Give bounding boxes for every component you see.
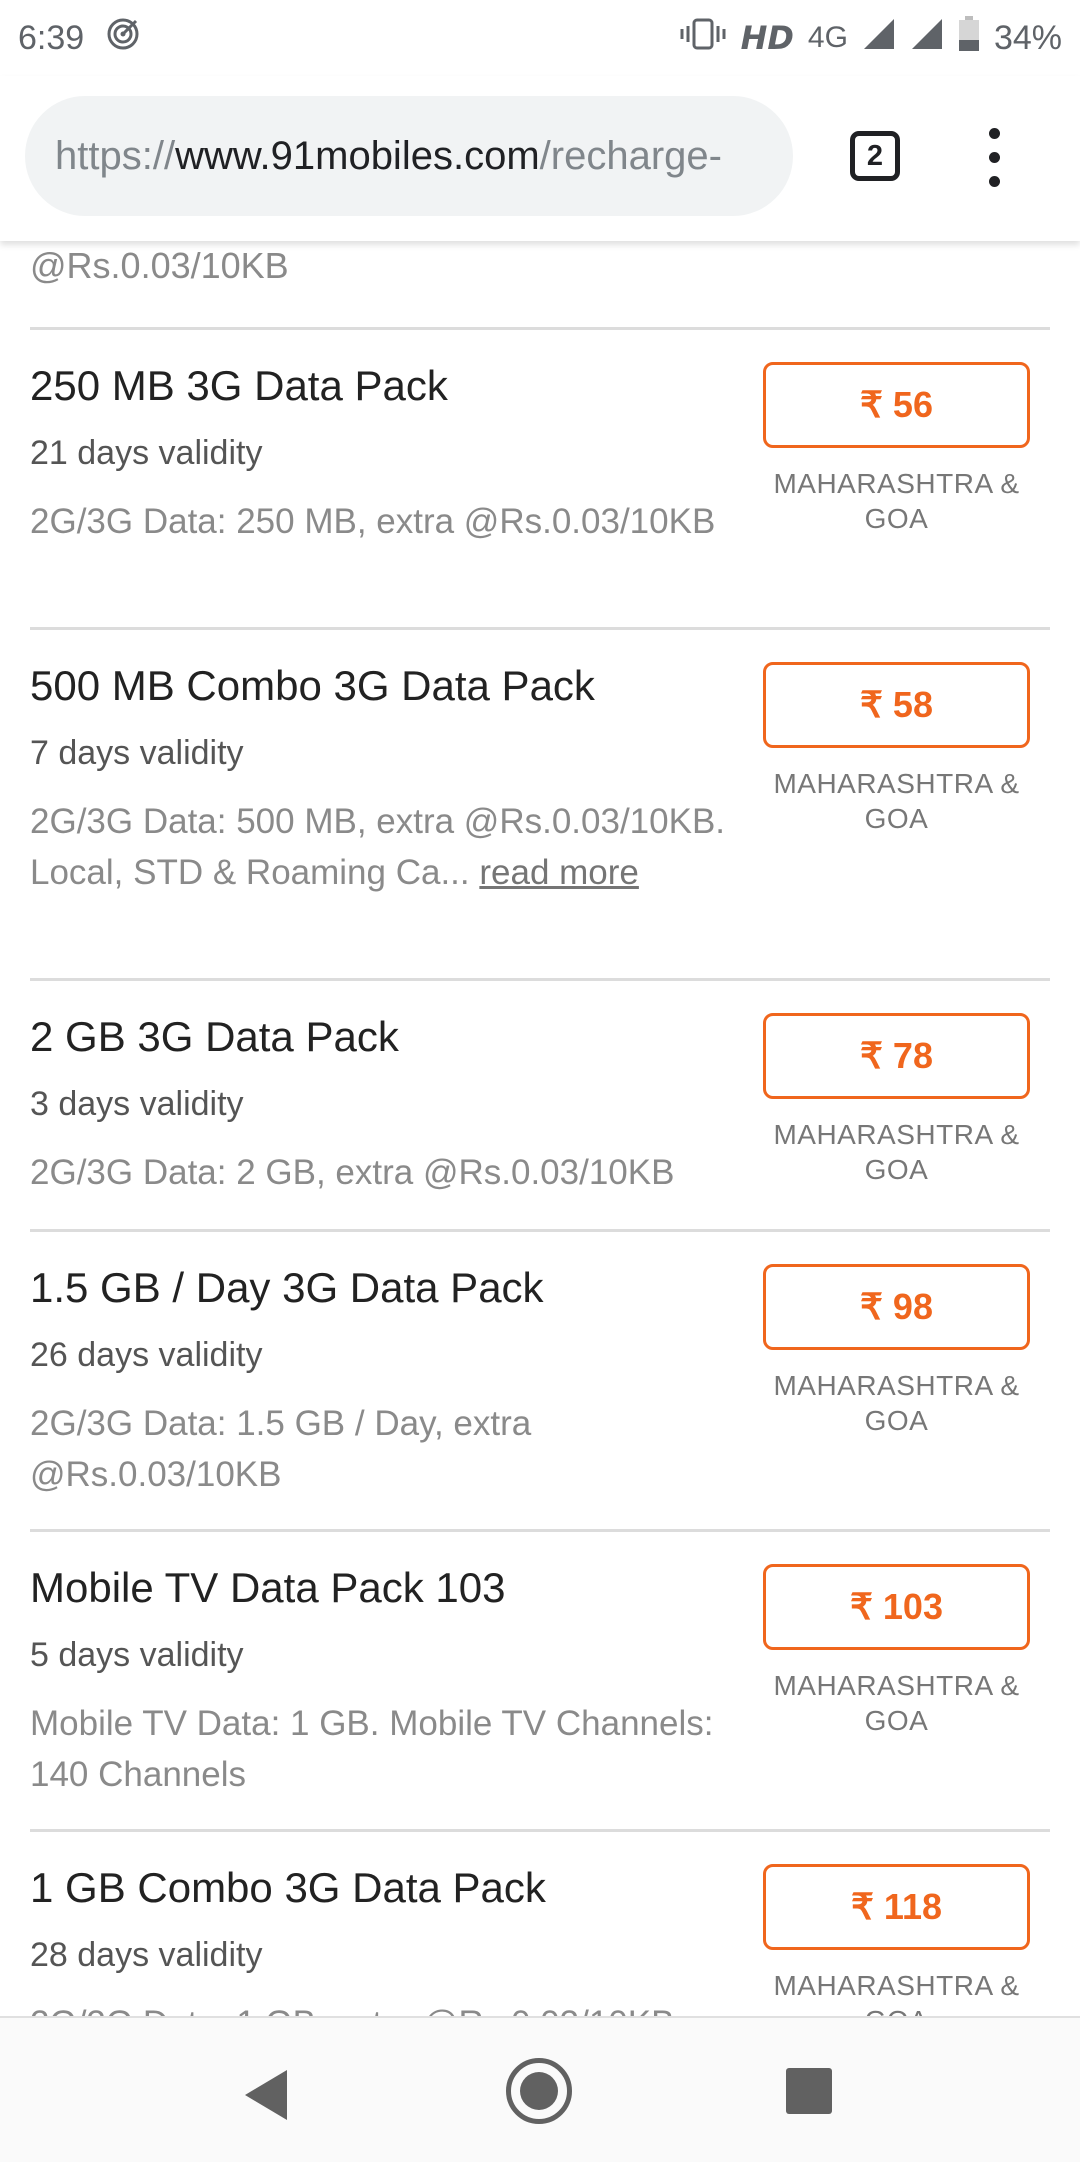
plan-title: 250 MB 3G Data Pack	[30, 362, 448, 409]
more-menu-icon[interactable]	[980, 128, 1010, 188]
price-button[interactable]: ₹ 103	[763, 1564, 1030, 1650]
url-bar[interactable]: https://www.91mobiles.com/recharge-	[25, 96, 793, 216]
plan-validity: 21 days validity	[30, 434, 263, 472]
status-left: 6:39	[18, 17, 140, 60]
list-item: 2 GB 3G Data Pack 3 days validity 2G/3G …	[0, 981, 1080, 1229]
circle-label: MAHARASHTRA & GOA	[763, 766, 1030, 836]
circle-label-line: MAHARASHTRA &	[773, 1370, 1020, 1401]
price-button[interactable]: ₹ 98	[763, 1264, 1030, 1350]
circle-label-line: MAHARASHTRA &	[773, 1670, 1020, 1701]
plan-description: 2G/3G Data: 2 GB, extra @Rs.0.03/10KB	[30, 1153, 675, 1192]
partial-plan-description: @Rs.0.03/10KB	[30, 245, 289, 286]
circle-label: MAHARASHTRA & GOA	[763, 1368, 1030, 1438]
hd-label: HD	[740, 19, 794, 57]
recharge-plan-list: @Rs.0.03/10KB 250 MB 3G Data Pack 21 day…	[0, 241, 1080, 2016]
circle-label-line: GOA	[864, 1705, 929, 1736]
battery-icon	[958, 15, 980, 61]
vibrate-icon	[679, 17, 727, 60]
signal-icon	[910, 17, 944, 60]
circle-label: MAHARASHTRA & GOA	[763, 1968, 1030, 2016]
plan-title: 1.5 GB / Day 3G Data Pack	[30, 1264, 544, 1311]
plan-title: 2 GB 3G Data Pack	[30, 1013, 399, 1060]
battery-percent: 34%	[993, 18, 1062, 57]
circle-label-line: GOA	[864, 803, 929, 834]
plan-validity: 28 days validity	[30, 1936, 263, 1974]
browser-toolbar: https://www.91mobiles.com/recharge- 2	[0, 76, 1080, 241]
circle-label: MAHARASHTRA & GOA	[763, 1668, 1030, 1738]
circle-label-line: MAHARASHTRA &	[773, 1119, 1020, 1150]
circle-label: MAHARASHTRA & GOA	[763, 466, 1030, 536]
plan-description: 2G/3G Data: 500 MB, extra @Rs.0.03/10KB.…	[30, 796, 730, 898]
tab-switcher-button[interactable]: 2	[850, 131, 900, 181]
list-item: 1 GB Combo 3G Data Pack 28 days validity…	[0, 1832, 1080, 2016]
status-time: 6:39	[18, 18, 85, 57]
list-item: 500 MB Combo 3G Data Pack 7 days validit…	[0, 630, 1080, 978]
status-right: HD 4G 34%	[679, 15, 1062, 61]
recents-icon[interactable]	[786, 2068, 832, 2114]
read-more-link[interactable]: read more	[479, 853, 639, 892]
plan-description: 2G/3G Data: 1 GB, extra @Rs.0.03/10KB	[30, 1998, 750, 2016]
price-button[interactable]: ₹ 56	[763, 362, 1030, 448]
plan-description: 2G/3G Data: 250 MB, extra @Rs.0.03/10KB	[30, 502, 716, 541]
circle-label-line: GOA	[864, 1405, 929, 1436]
plan-validity: 5 days validity	[30, 1636, 244, 1674]
price-button[interactable]: ₹ 58	[763, 662, 1030, 748]
plan-validity: 7 days validity	[30, 734, 244, 772]
circle-label: MAHARASHTRA & GOA	[763, 1117, 1030, 1187]
plan-description: Mobile TV Data: 1 GB. Mobile TV Channels…	[30, 1704, 714, 1794]
list-item: 1.5 GB / Day 3G Data Pack 26 days validi…	[0, 1232, 1080, 1529]
plan-title: 1 GB Combo 3G Data Pack	[30, 1864, 546, 1911]
url-host: www.91mobiles.com	[175, 133, 540, 178]
price-button[interactable]: ₹ 78	[763, 1013, 1030, 1099]
plan-description: 2G/3G Data: 1.5 GB / Day, extra @Rs.0.03…	[30, 1404, 532, 1494]
back-icon[interactable]	[245, 2070, 287, 2120]
status-bar: 6:39 HD 4G 34%	[0, 0, 1080, 76]
circle-label-line: MAHARASHTRA &	[773, 468, 1020, 499]
plan-validity: 3 days validity	[30, 1085, 244, 1123]
circle-label-line: GOA	[864, 503, 929, 534]
network-type: 4G	[807, 21, 848, 54]
list-item: Mobile TV Data Pack 103 5 days validity …	[0, 1532, 1080, 1829]
plan-title: Mobile TV Data Pack 103	[30, 1564, 506, 1611]
url-path: /recharge-	[539, 133, 722, 178]
circle-label-line: GOA	[763, 2003, 1030, 2016]
system-navigation-bar	[0, 2016, 1080, 2162]
signal-icon	[862, 17, 896, 60]
plan-title: 500 MB Combo 3G Data Pack	[30, 662, 595, 709]
price-button[interactable]: ₹ 118	[763, 1864, 1030, 1950]
circle-label-line: GOA	[864, 1154, 929, 1185]
list-item: 250 MB 3G Data Pack 21 days validity 2G/…	[0, 330, 1080, 627]
target-icon	[106, 17, 140, 60]
home-icon[interactable]	[506, 2058, 572, 2124]
plan-validity: 26 days validity	[30, 1336, 263, 1374]
url-scheme: https://	[55, 133, 176, 178]
circle-label-line: MAHARASHTRA &	[773, 768, 1020, 799]
circle-label-line: MAHARASHTRA &	[773, 1970, 1020, 2001]
